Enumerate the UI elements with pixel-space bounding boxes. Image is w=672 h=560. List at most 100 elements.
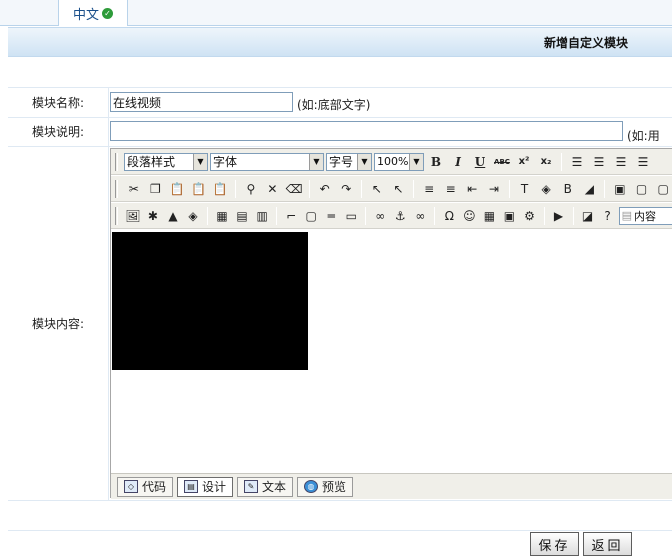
insert-table-icon[interactable]: ▦	[213, 206, 231, 226]
chevron-down-icon: ▼	[357, 153, 371, 170]
paste-word-icon[interactable]: 📋	[210, 179, 230, 199]
insert-image-icon[interactable]: 🖼	[124, 206, 142, 226]
table-menu-icon[interactable]: ▤	[233, 206, 251, 226]
toolbar-grip[interactable]	[115, 152, 118, 171]
bold-button[interactable]: B	[426, 152, 446, 172]
mode-preview-label: 预览	[322, 480, 347, 494]
editor-toolbar-row-2: ✂ ❐ 📋 📋 📋 ⚲ ✕ ⌫ ↶ ↷ ↖ ↖ ≡ ≡ ⇤ ⇥ T ◈ B ◢ …	[111, 176, 672, 202]
subscript-button[interactable]: x₂	[536, 152, 556, 172]
mode-code-tab[interactable]: ◇ 代码	[117, 476, 174, 497]
align-center-icon[interactable]: ☰	[589, 152, 609, 172]
insert-flash-icon[interactable]: ✱	[144, 206, 162, 226]
insert-link-icon[interactable]: ∞	[371, 206, 389, 226]
insert-marquee-icon[interactable]: ▭	[342, 206, 360, 226]
mode-preview-tab[interactable]: ◍ 预览	[297, 476, 354, 497]
delete-icon[interactable]: ✕	[263, 179, 283, 199]
remove-format-icon[interactable]: ◢	[580, 179, 600, 199]
underline-button[interactable]: U	[470, 152, 490, 172]
indent-icon[interactable]: ⇥	[484, 179, 504, 199]
paste-text-icon[interactable]: 📋	[189, 179, 209, 199]
font-select[interactable]: 字体 ▼	[210, 152, 324, 171]
outdent-icon[interactable]: ⇤	[463, 179, 483, 199]
module-desc-label: 模块说明:	[31, 125, 85, 139]
paste-icon[interactable]: 📋	[167, 179, 187, 199]
page-properties-icon[interactable]: ▶	[550, 206, 568, 226]
ordered-list-icon[interactable]: ≡	[419, 179, 439, 199]
eraser-icon[interactable]: ⌫	[284, 179, 304, 199]
row-divider	[8, 146, 672, 147]
fullscreen-icon[interactable]: ▣	[610, 179, 630, 199]
paragraph-style-select[interactable]: 段落样式 ▼	[124, 152, 208, 171]
insert-date-icon[interactable]: ▦	[480, 206, 498, 226]
mode-text-label: 文本	[262, 480, 287, 494]
superscript-button[interactable]: x²	[514, 152, 534, 172]
font-size-value: 字号	[329, 155, 354, 169]
editor-content-area[interactable]	[111, 229, 672, 473]
toolbar-separator	[235, 179, 237, 198]
block-format-icon[interactable]: B	[558, 179, 578, 199]
insert-time-icon[interactable]: ▣	[500, 206, 518, 226]
toolbar-grip[interactable]	[115, 206, 118, 225]
help-icon[interactable]: ?	[599, 206, 617, 226]
align-left-icon[interactable]: ☰	[567, 152, 587, 172]
row-divider	[8, 117, 672, 118]
toolbar-grip[interactable]	[115, 179, 118, 198]
insert-fieldset-icon[interactable]: ⌐	[282, 206, 300, 226]
background-color-icon[interactable]: ◈	[536, 179, 556, 199]
mode-design-tab[interactable]: ▤ 设计	[177, 476, 234, 497]
module-content-label: 模块内容:	[31, 317, 85, 331]
copy-icon[interactable]: ❐	[146, 179, 166, 199]
toolbar-separator	[361, 179, 363, 198]
zoom-select[interactable]: 100% ▼	[374, 152, 424, 171]
cut-icon[interactable]: ✂	[124, 179, 144, 199]
show-borders-icon[interactable]: ▢	[632, 179, 652, 199]
unordered-list-icon[interactable]: ≡	[441, 179, 461, 199]
italic-button[interactable]: I	[448, 152, 468, 172]
font-color-icon[interactable]: T	[515, 179, 535, 199]
toolbar-separator	[413, 179, 415, 198]
font-size-select[interactable]: 字号 ▼	[326, 152, 372, 171]
table-properties-icon[interactable]: ▥	[253, 206, 271, 226]
toolbar-separator	[207, 206, 209, 225]
source-edit-icon[interactable]: ◪	[579, 206, 597, 226]
tab-chinese[interactable]: 中文 ✓	[58, 0, 128, 26]
redo-icon[interactable]: ↷	[336, 179, 356, 199]
show-blocks-icon[interactable]: ▢	[653, 179, 672, 199]
toolbar-separator	[604, 179, 606, 198]
strikethrough-button[interactable]: ABC	[492, 152, 512, 172]
insert-anchor-icon[interactable]: ⚓	[391, 206, 409, 226]
insert-content-select[interactable]: ▤ 内容	[618, 206, 672, 225]
insert-iframe-icon[interactable]: ▢	[302, 206, 320, 226]
mode-text-tab[interactable]: ✎ 文本	[237, 476, 294, 497]
globe-icon: ◍	[304, 480, 319, 493]
back-button[interactable]: 返回	[583, 532, 632, 556]
settings-icon[interactable]: ⚙	[520, 206, 538, 226]
insert-media-icon[interactable]: ▲	[164, 206, 182, 226]
tab-label: 中文	[72, 7, 99, 23]
embedded-video[interactable]	[112, 232, 308, 370]
insert-file-icon[interactable]: ◈	[184, 206, 202, 226]
remove-link-icon[interactable]: ∞	[411, 206, 429, 226]
save-button[interactable]: 保存	[530, 532, 579, 556]
toolbar-separator	[543, 206, 545, 225]
absolute-position-icon[interactable]: ↖	[389, 179, 409, 199]
chevron-down-icon: ▼	[409, 153, 423, 170]
module-desc-input[interactable]	[110, 121, 623, 141]
page-header: 新增自定义模块	[8, 27, 672, 57]
toolbar-separator	[572, 206, 574, 225]
row-divider	[8, 500, 672, 501]
insert-hr-icon[interactable]: ═	[322, 206, 340, 226]
emoticon-icon[interactable]: ☺	[460, 206, 478, 226]
undo-icon[interactable]: ↶	[315, 179, 335, 199]
chevron-down-icon: ▼	[309, 153, 323, 170]
mode-design-label: 设计	[202, 480, 227, 494]
toolbar-separator	[561, 152, 562, 171]
toolbar-separator	[276, 206, 278, 225]
align-right-icon[interactable]: ☰	[611, 152, 631, 172]
align-justify-icon[interactable]: ☰	[633, 152, 653, 172]
module-name-input[interactable]	[110, 92, 293, 112]
find-icon[interactable]: ⚲	[241, 179, 261, 199]
page-title: 新增自定义模块	[543, 36, 628, 50]
select-icon[interactable]: ↖	[367, 179, 387, 199]
special-char-icon[interactable]: Ω	[440, 206, 458, 226]
